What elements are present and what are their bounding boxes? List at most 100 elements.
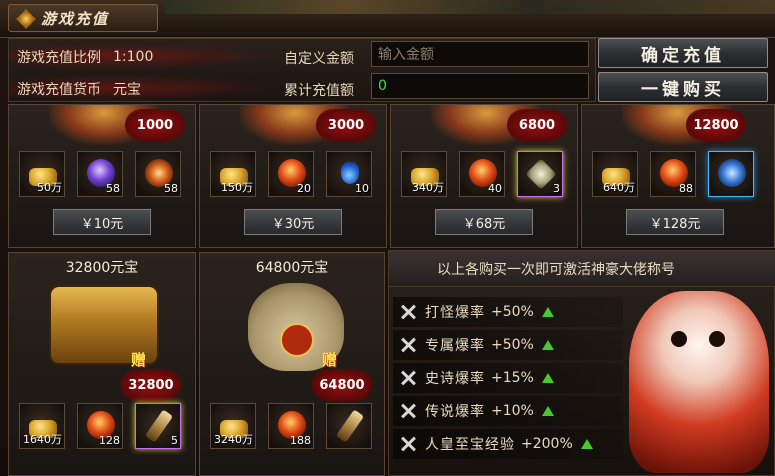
reward-slot[interactable]: 88 xyxy=(650,151,696,197)
reward-qty: 58 xyxy=(106,182,120,195)
green-up-arrow-icon xyxy=(580,439,593,449)
price-button-30[interactable]: ￥30元 xyxy=(244,209,342,235)
reward-qty: 3 xyxy=(553,182,560,195)
reward-items: 150万 20 10 xyxy=(210,151,372,197)
crossed-swords-icon xyxy=(399,435,417,453)
reward-qty: 5 xyxy=(171,434,178,447)
yuanbao-badge: 64800 xyxy=(312,369,372,401)
bonus-label: 专属爆率 xyxy=(425,338,485,354)
reward-slot[interactable]: 10 xyxy=(326,151,372,197)
package-card-128: 12800 640万 88 ￥128元 xyxy=(581,104,775,248)
reward-slot[interactable]: 340万 xyxy=(401,151,447,197)
bonus-row: 专属爆率 +50% xyxy=(393,330,623,360)
reward-slot[interactable]: 5 xyxy=(135,403,181,449)
package-card-68: 6800 340万 40 3 ￥68元 xyxy=(390,104,578,248)
reward-qty: 340万 xyxy=(412,181,444,194)
green-up-arrow-icon xyxy=(541,373,554,383)
yuanbao-badge: 6800 xyxy=(507,109,567,141)
price-button-68[interactable]: ￥68元 xyxy=(435,209,533,235)
ratio-label: 游戏充值比例 xyxy=(17,50,101,66)
reward-qty: 88 xyxy=(679,182,693,195)
recharge-header-panel: 游戏充值比例 1:100 游戏充值货币 元宝 自定义金额 输入金额 累计充值额 … xyxy=(8,38,596,102)
total-recharge-value: 0 xyxy=(378,78,387,94)
reward-items: 340万 40 3 xyxy=(401,151,563,197)
reward-slot[interactable]: 150万 xyxy=(210,151,256,197)
reward-slot[interactable]: 3 xyxy=(517,151,563,197)
reward-slot[interactable]: 20 xyxy=(268,151,314,197)
package-card-30: 3000 150万 20 10 ￥30元 xyxy=(199,104,387,248)
crossed-swords-icon xyxy=(399,369,417,387)
bonus-value: +15% xyxy=(491,370,534,386)
reward-qty: 188 xyxy=(290,434,311,447)
recharge-window: 游戏充值 游戏充值比例 1:100 游戏充值货币 元宝 自定义金额 输入金额 累… xyxy=(0,0,775,476)
reward-slot[interactable]: 188 xyxy=(268,403,314,449)
confirm-recharge-button[interactable]: 确定充值 xyxy=(598,38,768,68)
reward-qty: 3240万 xyxy=(214,433,253,446)
package-title: 64800元宝 xyxy=(255,260,329,276)
green-up-arrow-icon xyxy=(541,340,554,350)
price-button-10[interactable]: ￥10元 xyxy=(53,209,151,235)
bonus-row: 打怪爆率 +50% xyxy=(393,297,623,327)
reward-slot[interactable] xyxy=(326,403,372,449)
window-title: 游戏充值 xyxy=(8,4,158,32)
reward-qty: 128 xyxy=(99,434,120,447)
custom-amount-input[interactable]: 输入金额 xyxy=(371,41,589,67)
bonus-label: 人皇至宝经验 xyxy=(425,437,515,453)
one-click-buy-button[interactable]: 一键购买 xyxy=(598,72,768,102)
bonus-value: +50% xyxy=(491,304,534,320)
reward-slot[interactable]: 128 xyxy=(77,403,123,449)
total-recharge-label: 累计充值额 xyxy=(284,83,354,99)
reward-items: 50万 58 58 xyxy=(19,151,181,197)
reward-items: 3240万 188 xyxy=(210,403,372,449)
bonus-value: +10% xyxy=(491,403,534,419)
ratio-value: 1:100 xyxy=(113,49,154,65)
bonus-label: 史诗爆率 xyxy=(425,371,485,387)
custom-amount-placeholder: 输入金额 xyxy=(378,47,434,63)
reward-qty: 20 xyxy=(297,182,311,195)
currency-row: 游戏充值货币 元宝 xyxy=(17,75,141,103)
title-bar: 游戏充值 xyxy=(0,0,775,38)
price-button-128[interactable]: ￥128元 xyxy=(626,209,724,235)
bonus-row: 史诗爆率 +15% xyxy=(393,363,623,393)
reward-slot[interactable]: 58 xyxy=(135,151,181,197)
bonus-row: 传说爆率 +10% xyxy=(393,396,623,426)
gift-label: 赠 xyxy=(322,351,338,369)
gift-label: 赠 xyxy=(131,351,147,369)
package-title: 32800元宝 xyxy=(65,260,139,276)
yuanbao-badge: 12800 xyxy=(686,109,746,141)
reward-qty: 10 xyxy=(355,182,369,195)
reward-items: 640万 88 xyxy=(592,151,754,197)
reward-slot[interactable]: 640万 xyxy=(592,151,638,197)
bonus-heading: 以上各购买一次即可激活神豪大佬称号 xyxy=(389,251,775,287)
package-card-10: 1000 50万 58 58 ￥10元 xyxy=(8,104,196,248)
crossed-swords-icon xyxy=(399,303,417,321)
reward-qty: 50万 xyxy=(37,181,62,194)
crossed-swords-icon xyxy=(399,402,417,420)
green-up-arrow-icon xyxy=(541,307,554,317)
yuanbao-badge: 3000 xyxy=(316,109,376,141)
potion-icon xyxy=(341,162,359,184)
title-bonus-panel: 以上各购买一次即可激活神豪大佬称号 打怪爆率 +50% 专属爆率 +50% 史诗… xyxy=(388,250,775,476)
ratio-row: 游戏充值比例 1:100 xyxy=(17,43,153,71)
scroll-icon xyxy=(144,409,174,443)
total-recharge-field: 0 xyxy=(371,73,589,99)
yuanbao-badge: 32800 xyxy=(121,369,181,401)
reward-slot[interactable]: 58 xyxy=(77,151,123,197)
bonus-label: 传说爆率 xyxy=(425,404,485,420)
star-gem-icon xyxy=(525,158,557,190)
reward-slot[interactable]: 1640万 xyxy=(19,403,65,449)
reward-slot[interactable]: 3240万 xyxy=(210,403,256,449)
reward-qty: 58 xyxy=(164,182,178,195)
yuanbao-badge: 1000 xyxy=(125,109,185,141)
bonus-row: 人皇至宝经验 +200% xyxy=(393,429,623,459)
package-card-32800: 32800元宝 赠 32800 1640万 128 5 xyxy=(8,252,196,476)
bonus-label: 打怪爆率 xyxy=(425,305,485,321)
background-scene xyxy=(165,0,775,14)
scroll-icon xyxy=(335,409,365,443)
custom-amount-label: 自定义金额 xyxy=(284,51,354,67)
bonus-value: +50% xyxy=(491,337,534,353)
package-card-64800: 64800元宝 赠 64800 3240万 188 xyxy=(199,252,385,476)
reward-slot[interactable]: 40 xyxy=(459,151,505,197)
reward-slot[interactable] xyxy=(708,151,754,197)
reward-slot[interactable]: 50万 xyxy=(19,151,65,197)
